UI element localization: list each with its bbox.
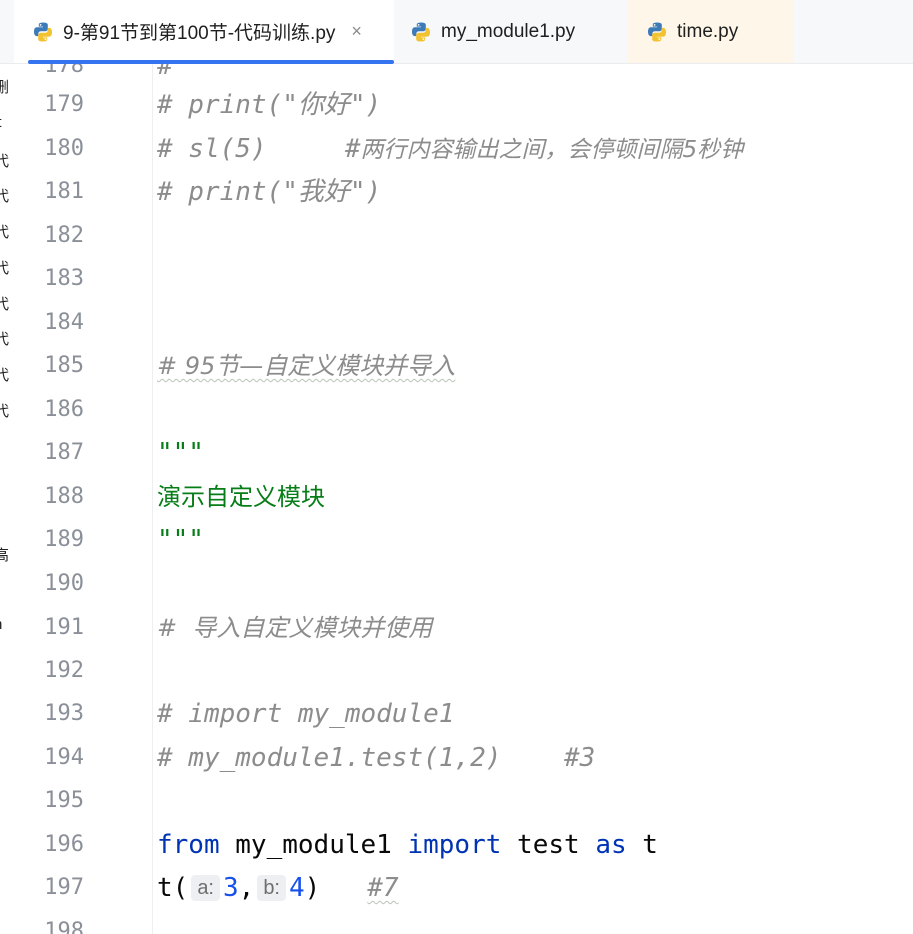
line-number: 191: [44, 615, 84, 640]
code-token: 你好: [297, 90, 350, 120]
code-token: 3: [223, 873, 239, 903]
code-line: # 95节—自定义模块并导入: [157, 352, 456, 380]
editor-tab-bar: 9-第91节到第100节-代码训练.py × my_module1.py tim…: [0, 0, 913, 64]
line-number: 195: [44, 788, 84, 813]
line-number: 189: [44, 527, 84, 552]
line-number: 187: [44, 440, 84, 465]
code-token: import: [407, 830, 502, 860]
python-file-icon: [34, 22, 52, 41]
code-line: # 导入自定义模块并使用: [157, 614, 433, 642]
code-token: 我好: [297, 177, 350, 207]
code-line: # import my_module1: [157, 699, 455, 729]
code-token: # print(": [157, 90, 298, 120]
code-token: my_module1: [219, 830, 408, 860]
code-line: # sl(5) #两行内容输出之间，会停顿间隔5秒钟: [157, 135, 743, 164]
code-line: """: [157, 438, 204, 468]
code-token: # print(": [157, 177, 298, 207]
tree-item[interactable]: n: [0, 616, 2, 633]
line-number: 181: [44, 179, 84, 204]
code-line: t(a: 3, b: 4) #7: [157, 874, 399, 902]
line-number: 178: [44, 64, 84, 78]
tab-time[interactable]: time.py: [628, 0, 794, 63]
line-number: 192: [44, 658, 84, 683]
tree-item[interactable]: 代: [0, 364, 9, 385]
line-number: 193: [44, 701, 84, 726]
python-file-icon: [648, 22, 666, 41]
code-token: "): [349, 90, 382, 120]
line-number: 184: [44, 310, 84, 335]
tree-item[interactable]: 代: [0, 221, 9, 242]
tree-item[interactable]: 删: [0, 76, 9, 97]
parameter-hint: a:: [191, 875, 220, 901]
code-token: #7: [367, 873, 399, 903]
tree-item[interactable]: 代: [0, 328, 9, 349]
tree-item[interactable]: 代: [0, 257, 9, 278]
code-editor[interactable]: 178 179 180 181 182 183 184 185 186 187 …: [14, 64, 913, 934]
line-number: 196: [44, 832, 84, 857]
code-token: "): [349, 177, 382, 207]
tree-item[interactable]: it: [0, 114, 2, 131]
line-number: 188: [44, 484, 84, 509]
line-number: 198: [44, 919, 84, 934]
tab-label: time.py: [677, 20, 739, 42]
code-token: 两行内容输出之间，会停顿间隔5秒钟: [360, 137, 744, 163]
code-line: # my_module1.test(1,2) #3: [157, 743, 596, 773]
code-line: """: [157, 525, 204, 555]
code-token: 4: [289, 873, 305, 903]
tab-code-training[interactable]: 9-第91节到第100节-代码训练.py ×: [14, 0, 394, 64]
line-number: 179: [44, 92, 84, 117]
code-token: ): [304, 873, 368, 903]
code-token: ,: [238, 873, 255, 903]
code-line: #: [157, 64, 173, 81]
gutter-divider: [152, 64, 153, 934]
line-number: 190: [44, 571, 84, 596]
tree-item[interactable]: 代: [0, 293, 9, 314]
line-number: 183: [44, 266, 84, 291]
code-line: from my_module1 import test as t: [157, 831, 658, 859]
tree-item[interactable]: 代: [0, 185, 9, 206]
tree-item[interactable]: 代: [0, 400, 9, 421]
code-token: # sl(5) #: [157, 134, 361, 164]
code-token: as: [595, 830, 627, 860]
line-number: 182: [44, 223, 84, 248]
tree-item[interactable]: 高: [0, 544, 9, 565]
code-line: # print("我好"): [157, 178, 381, 206]
tree-item[interactable]: 代: [0, 150, 9, 171]
code-token: t(: [157, 873, 189, 903]
project-tree-clipped: 删 it 代 代 代 代 代 代 代 代 - 高 n: [0, 64, 14, 934]
tab-label: 9-第91节到第100节-代码训练.py: [63, 23, 336, 44]
line-number: 194: [44, 745, 84, 770]
close-icon[interactable]: ×: [351, 21, 362, 42]
line-number: 185: [44, 353, 84, 378]
tab-label: my_module1.py: [441, 20, 576, 42]
code-token: t: [626, 830, 658, 860]
line-number: 197: [44, 875, 84, 900]
code-line: 演示自定义模块: [157, 483, 325, 511]
line-number: 186: [44, 397, 84, 422]
code-token: test: [501, 830, 596, 860]
code-token: from: [157, 830, 220, 860]
code-line: # print("你好"): [157, 91, 381, 119]
tab-my-module1[interactable]: my_module1.py: [394, 0, 628, 63]
python-file-icon: [412, 22, 430, 41]
parameter-hint: b:: [257, 875, 286, 901]
line-number: 180: [44, 136, 84, 161]
